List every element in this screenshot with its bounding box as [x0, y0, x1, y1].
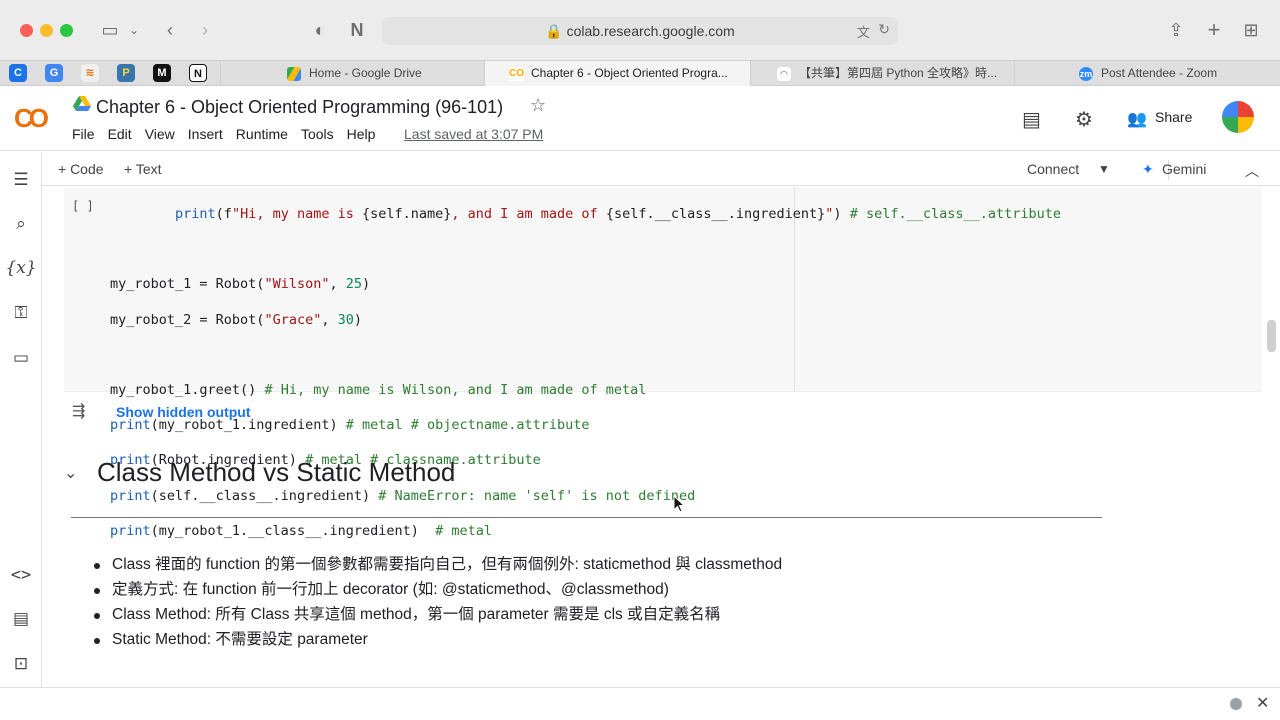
collapse-header-icon[interactable]: ︿: [1245, 161, 1259, 181]
browser-toolbar: ▭ ⌄ ‹ › ◐ N 🔒 colab.research.google.com …: [0, 0, 1280, 60]
pinned-tab-stack-icon[interactable]: ≋: [81, 64, 99, 82]
terminal-icon[interactable]: ⊡: [0, 654, 42, 674]
list-item: Class Method: 所有 Class 共享這個 method，第一個 p…: [92, 602, 782, 627]
avatar[interactable]: [1222, 101, 1254, 133]
gemini-icon: ✦: [1142, 161, 1154, 177]
add-code-button[interactable]: + Code: [58, 161, 104, 177]
list-item: Static Method: 不需要設定 parameter: [92, 627, 782, 652]
pinned-tab-colab-icon[interactable]: C: [9, 64, 27, 82]
google-drive-icon: [287, 67, 301, 81]
chevron-down-icon[interactable]: ⌄: [64, 463, 77, 483]
tab-google-drive[interactable]: Home - Google Drive: [220, 61, 484, 86]
menu-runtime[interactable]: Runtime: [236, 126, 288, 142]
menu-view[interactable]: View: [145, 126, 175, 142]
privacy-shield-icon[interactable]: ◐: [308, 18, 332, 42]
colab-logo-text: CO: [14, 103, 49, 133]
zoom-icon: zm: [1079, 67, 1093, 81]
tab-label: Chapter 6 - Object Oriented Progra...: [531, 66, 728, 80]
connect-button[interactable]: Connect: [1027, 161, 1079, 177]
menu-help[interactable]: Help: [347, 126, 376, 142]
notebook-toolbar: + Code + Text Connect ▼ ✦ Gemini ︿: [42, 152, 1280, 186]
last-saved-link[interactable]: Last saved at 3:07 PM: [404, 126, 543, 142]
new-tab-icon[interactable]: +: [1202, 18, 1226, 42]
tab-label: Post Attendee - Zoom: [1101, 66, 1218, 80]
tab-overview-icon[interactable]: ⊞: [1239, 18, 1263, 42]
browser-tab-bar: C G ≋ P M N Home - Google Drive CO Chapt…: [0, 60, 1280, 86]
pinned-tab-medium-icon[interactable]: M: [153, 64, 171, 82]
star-icon[interactable]: ☆: [530, 95, 546, 116]
colab-logo[interactable]: CO: [14, 103, 49, 134]
reload-icon[interactable]: ↻: [878, 21, 890, 38]
secrets-key-icon[interactable]: ⚿: [0, 303, 42, 323]
notebook-content: [ ] print(f"Hi, my name is {self.name}, …: [42, 187, 1280, 687]
hackmd-icon: ◠: [777, 67, 791, 81]
pinned-tab-notion-icon[interactable]: N: [189, 64, 207, 82]
address-bar[interactable]: 🔒 colab.research.google.com 文 ↻: [382, 17, 898, 45]
tab-colab-chapter-6[interactable]: CO Chapter 6 - Object Oriented Progra...: [484, 61, 750, 86]
pinned-tab-translate-icon[interactable]: G: [45, 64, 63, 82]
gear-icon[interactable]: ⚙: [1075, 107, 1093, 132]
menu-file[interactable]: File: [72, 126, 95, 142]
url-text: colab.research.google.com: [566, 23, 735, 39]
back-icon[interactable]: ‹: [158, 18, 182, 42]
code-editor[interactable]: print(f"Hi, my name is {self.name}, and …: [110, 189, 1061, 573]
tab-label: Home - Google Drive: [309, 66, 422, 80]
bullet-list: Class 裡面的 function 的第一個參數都需要指向自己，但有兩個例外:…: [92, 552, 782, 652]
code-cell[interactable]: [ ] print(f"Hi, my name is {self.name}, …: [64, 187, 1262, 539]
output-toggle-icon[interactable]: ⇶: [72, 401, 85, 421]
menu-bar: File Edit View Insert Runtime Tools Help: [72, 126, 375, 142]
left-sidebar: ☰ ⌕ {x} ⚿ ▭ <> ▤ ⊡: [0, 152, 42, 687]
command-palette-icon[interactable]: ▤: [0, 609, 42, 629]
run-cell-bracket[interactable]: [ ]: [72, 199, 94, 213]
close-icon[interactable]: ✕: [1256, 693, 1269, 713]
share-button[interactable]: Share: [1155, 109, 1192, 125]
code-snippets-icon[interactable]: <>: [0, 565, 42, 585]
status-bar: ✕: [0, 687, 1280, 720]
menu-tools[interactable]: Tools: [301, 126, 334, 142]
translate-icon[interactable]: 文: [857, 22, 870, 41]
tab-label: 【共筆】第四屆 Python 全攻略》時...: [799, 66, 998, 80]
notebook-title[interactable]: Chapter 6 - Object Oriented Programming …: [96, 97, 503, 118]
minimize-window-button[interactable]: [40, 24, 53, 37]
scrollbar[interactable]: [1267, 320, 1276, 352]
google-drive-icon[interactable]: [73, 96, 91, 112]
menu-edit[interactable]: Edit: [108, 126, 132, 142]
chevron-down-icon[interactable]: ⌄: [126, 18, 142, 42]
search-icon[interactable]: ⌕: [0, 214, 42, 234]
comment-icon[interactable]: ▤: [1022, 107, 1041, 132]
close-window-button[interactable]: [20, 24, 33, 37]
show-hidden-output-link[interactable]: Show hidden output: [116, 404, 251, 420]
folder-icon[interactable]: ▭: [0, 348, 42, 368]
share-people-icon: 👥: [1127, 111, 1147, 128]
section-title: Class Method vs Static Method: [97, 457, 456, 487]
share-page-icon[interactable]: ⇪: [1164, 18, 1188, 42]
runtime-status-icon[interactable]: [1230, 698, 1242, 710]
notion-extension-icon[interactable]: N: [345, 18, 369, 42]
zoom-window-button[interactable]: [60, 24, 73, 37]
gemini-button[interactable]: Gemini: [1162, 161, 1206, 177]
variables-icon[interactable]: {x}: [0, 258, 42, 278]
table-of-contents-icon[interactable]: ☰: [0, 170, 42, 190]
mouse-cursor-icon: [673, 495, 685, 513]
colab-header: CO Chapter 6 - Object Oriented Programmi…: [0, 87, 1280, 151]
list-item: Class 裡面的 function 的第一個參數都需要指向自己，但有兩個例外:…: [92, 552, 782, 577]
add-text-button[interactable]: + Text: [124, 161, 162, 177]
pinned-tab-python-icon[interactable]: P: [117, 64, 135, 82]
sidebar-toggle-icon[interactable]: ▭: [98, 18, 122, 42]
menu-insert[interactable]: Insert: [188, 126, 223, 142]
section-divider: [71, 517, 1102, 518]
connect-dropdown-icon[interactable]: ▼: [1098, 162, 1110, 176]
colab-icon: CO: [509, 67, 524, 81]
forward-icon[interactable]: ›: [193, 18, 217, 42]
tab-zoom[interactable]: zm Post Attendee - Zoom: [1014, 61, 1280, 86]
list-item: 定義方式: 在 function 前一行加上 decorator (如: @st…: [92, 577, 782, 602]
tab-python-notes[interactable]: ◠ 【共筆】第四屆 Python 全攻略》時...: [750, 61, 1014, 86]
lock-icon: 🔒: [545, 23, 563, 39]
